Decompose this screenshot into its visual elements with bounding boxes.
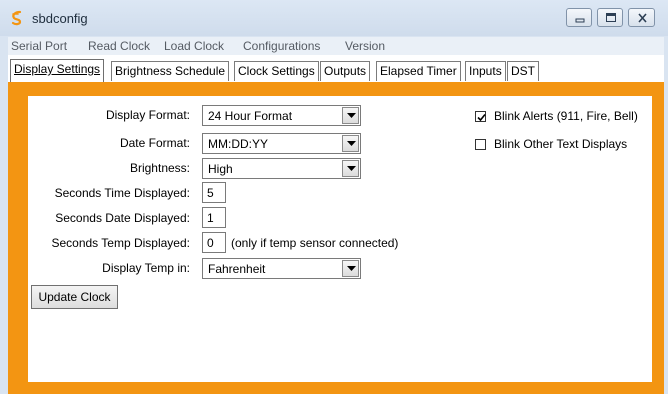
chevron-down-icon <box>342 160 359 177</box>
seconds-date-input[interactable]: 1 <box>202 207 226 228</box>
temp-unit-select[interactable]: Fahrenheit <box>202 258 361 279</box>
window-title: sbdconfig <box>32 11 88 26</box>
display-format-select[interactable]: 24 Hour Format <box>202 105 361 126</box>
chevron-down-icon <box>342 107 359 124</box>
menu-bar: Serial Port Read Clock Load Clock Config… <box>8 37 664 55</box>
tab-elapsed-timer[interactable]: Elapsed Timer <box>376 61 461 81</box>
blink-other-checkbox[interactable] <box>475 139 486 150</box>
update-clock-button[interactable]: Update Clock <box>31 285 118 309</box>
menu-configurations[interactable]: Configurations <box>243 39 320 53</box>
brightness-label: Brightness: <box>129 161 190 175</box>
tab-brightness-schedule[interactable]: Brightness Schedule <box>111 61 230 81</box>
maximize-icon <box>606 13 616 22</box>
title-bar: sbdconfig <box>0 0 668 36</box>
minimize-icon <box>575 18 585 23</box>
display-settings-content: Display Format: 24 Hour Format Date Form… <box>28 96 652 382</box>
brightness-select[interactable]: High <box>202 158 361 179</box>
blink-alerts-label: Blink Alerts (911, Fire, Bell) <box>494 109 638 123</box>
maximize-button[interactable] <box>597 8 623 27</box>
date-format-label: Date Format: <box>119 136 190 150</box>
sbdconfig-logo-icon <box>9 10 25 26</box>
tab-strip: Display Settings Brightness Schedule Clo… <box>8 55 664 83</box>
app-window: sbdconfig Serial Port Read Clock Load Cl… <box>0 0 668 394</box>
close-icon <box>638 13 647 23</box>
check-icon <box>477 113 486 122</box>
chevron-down-icon <box>342 260 359 277</box>
temp-sensor-note: (only if temp sensor connected) <box>231 236 399 250</box>
display-format-label: Display Format: <box>105 108 190 122</box>
temp-unit-label: Display Temp in: <box>102 261 190 275</box>
blink-alerts-checkbox[interactable] <box>475 111 486 122</box>
menu-version[interactable]: Version <box>345 39 385 53</box>
tab-clock-settings[interactable]: Clock Settings <box>234 61 319 81</box>
seconds-temp-label: Seconds Temp Displayed: <box>51 236 190 250</box>
menu-load-clock[interactable]: Load Clock <box>164 39 224 53</box>
date-format-select[interactable]: MM:DD:YY <box>202 133 361 154</box>
tab-inputs[interactable]: Inputs <box>465 61 506 81</box>
seconds-time-label: Seconds Time Displayed: <box>54 186 190 200</box>
minimize-button[interactable] <box>566 8 592 27</box>
settings-panel: Display Format: 24 Hour Format Date Form… <box>8 82 664 394</box>
seconds-temp-input[interactable]: 0 <box>202 232 226 253</box>
menu-read-clock[interactable]: Read Clock <box>88 39 150 53</box>
menu-serial-port[interactable]: Serial Port <box>11 39 67 53</box>
tab-display-settings[interactable]: Display Settings <box>10 59 105 83</box>
chevron-down-icon <box>342 135 359 152</box>
blink-other-label: Blink Other Text Displays <box>494 137 628 151</box>
seconds-date-label: Seconds Date Displayed: <box>55 211 190 225</box>
seconds-time-input[interactable]: 5 <box>202 182 226 203</box>
tab-outputs[interactable]: Outputs <box>320 61 371 81</box>
tab-dst[interactable]: DST <box>507 61 539 81</box>
close-button[interactable] <box>628 8 655 27</box>
